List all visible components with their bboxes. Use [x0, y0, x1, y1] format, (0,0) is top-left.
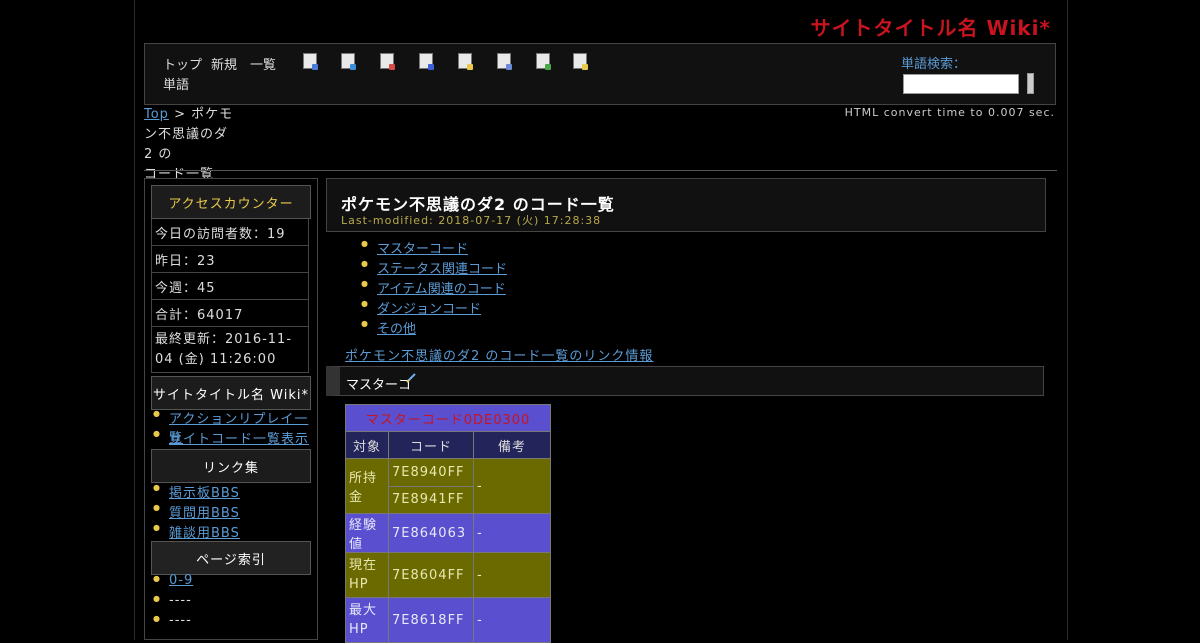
note-cell: -	[473, 513, 551, 553]
note-cell: -	[473, 597, 551, 643]
table-row: 所持金 7E8940FF -	[345, 458, 551, 514]
stat-yesterday: 昨日：23	[151, 246, 309, 273]
page-header: ポケモン不思議のダ2 のコード一覧 Last-modified: 2018-07…	[326, 178, 1046, 232]
stat-today: 今日の訪問者数：19	[151, 219, 309, 246]
last-modified: Last-modified: 2018-07-17 (火) 17:28:38	[341, 214, 602, 227]
freeze-icon[interactable]	[419, 53, 434, 70]
toc-item: ダンジョンコード	[345, 298, 507, 318]
code-table: マスターコード0DE0300 対象 コード 備考 所持金 7E8940FF - …	[345, 404, 551, 643]
list-item: 質問用BBS	[147, 502, 240, 522]
copy-icon[interactable]	[497, 53, 512, 70]
toc-link[interactable]: マスターコード	[377, 242, 468, 257]
stat-last-updated: 最終更新：2016-11-04 (金) 11:26:00	[151, 327, 309, 373]
column-header: 対象	[345, 431, 389, 459]
stat-week: 今週：45	[151, 273, 309, 300]
table-caption: マスターコード0DE0300	[345, 404, 551, 432]
list-item: 雑談用BBS	[147, 522, 240, 542]
toc-item: ステータス関連コード	[345, 258, 507, 278]
breadcrumb-parent: ポケモ	[191, 107, 234, 122]
toc-link[interactable]: アイテム関連のコード	[377, 282, 506, 297]
search-button[interactable]	[1027, 73, 1034, 94]
wiki-heading: サイトタイトル名 Wiki*	[151, 376, 311, 410]
list-item: ----	[147, 613, 193, 633]
index-link[interactable]: 0-9	[169, 573, 193, 588]
sidebar: アクセスカウンター 今日の訪問者数：19 昨日：23 今週：45 合計：6401…	[144, 178, 318, 640]
table-row: 最大HP 7E8618FF -	[345, 597, 551, 643]
breadcrumb-line-2: ン不思議のダ2 の	[144, 127, 229, 162]
list-item: 掲示板BBS	[147, 482, 240, 502]
help-icon[interactable]	[573, 53, 588, 70]
column-header: 備考	[473, 431, 551, 459]
rename-icon[interactable]	[458, 53, 473, 70]
breadcrumb-separator: >	[174, 107, 186, 122]
breadcrumb-top-link[interactable]: Top	[144, 107, 169, 122]
column-header: コード	[388, 431, 474, 459]
toc-link[interactable]: その他	[377, 322, 416, 337]
menu-new[interactable]: 新規	[211, 54, 237, 73]
breadcrumb: Top > ポケモ ン不思議のダ2 の コード一覧	[144, 105, 234, 185]
pencil-edit-icon[interactable]	[406, 373, 416, 383]
code-cell: 7E8940FF	[388, 458, 474, 487]
index-list: 0-9 ---- ----	[147, 573, 193, 633]
related-link[interactable]: ポケモン不思議のダ2 のコード一覧のリンク情報	[345, 345, 653, 364]
section-title: マスターコ	[346, 378, 412, 393]
code-cell: 7E8618FF	[388, 597, 474, 643]
site-title[interactable]: サイトタイトル名 Wiki*	[811, 12, 1052, 41]
backup-icon[interactable]	[380, 53, 395, 70]
toc-link[interactable]: ダンジョンコード	[377, 302, 481, 317]
list-item: 0-9	[147, 573, 193, 593]
toc-item: その他	[345, 318, 507, 338]
bbs-link[interactable]: 質問用BBS	[169, 506, 240, 521]
diff-icon[interactable]	[341, 53, 356, 70]
table-row: 現在HP 7E8604FF -	[345, 552, 551, 598]
code-cell: 7E8941FF	[388, 485, 474, 514]
table-of-contents: マスターコード ステータス関連コード アイテム関連のコード ダンジョンコード そ…	[345, 238, 507, 338]
wiki-link[interactable]: サイトコード一覧表示	[169, 432, 309, 447]
upload-icon[interactable]	[536, 53, 551, 70]
list-item: サイトコード一覧表示	[147, 428, 317, 448]
menu-list[interactable]: 一覧	[250, 54, 276, 73]
code-cell: 7E864063	[388, 513, 474, 553]
note-cell: -	[473, 458, 551, 514]
list-item: アクションリプレイ一覧	[147, 408, 317, 446]
divider	[144, 170, 1057, 171]
links-heading: リンク集	[151, 449, 311, 483]
bbs-link[interactable]: 雑談用BBS	[169, 526, 240, 541]
target-cell: 所持金	[345, 458, 389, 514]
wiki-link-list: アクションリプレイ一覧 サイトコード一覧表示	[147, 408, 317, 448]
toc-link[interactable]: ステータス関連コード	[377, 262, 507, 277]
bbs-link[interactable]: 掲示板BBS	[169, 486, 240, 501]
target-cell: 経験値	[345, 513, 389, 553]
target-cell: 最大HP	[345, 597, 389, 643]
convert-time: HTML convert time to 0.007 sec.	[844, 106, 1055, 119]
list-item: ----	[147, 593, 193, 613]
page-wrapper: サイトタイトル名 Wiki* トップ 新規 一覧 単語 単語検索： Top > …	[134, 0, 1068, 643]
navbar: トップ 新規 一覧 単語 単語検索：	[144, 43, 1056, 105]
toc-item: アイテム関連のコード	[345, 278, 507, 298]
edit-page-icon[interactable]	[303, 53, 318, 70]
search-input[interactable]	[903, 74, 1019, 94]
section-heading: マスターコ	[326, 366, 1044, 396]
counter-heading: アクセスカウンター	[151, 185, 311, 219]
table-row: 経験値 7E864063 -	[345, 513, 551, 553]
toc-item: マスターコード	[345, 238, 507, 258]
index-heading: ページ索引	[151, 541, 311, 575]
link-list: 掲示板BBS 質問用BBS 雑談用BBS	[147, 482, 240, 542]
stat-total: 合計：64017	[151, 300, 309, 327]
note-cell: -	[473, 552, 551, 598]
target-cell: 現在HP	[345, 552, 389, 598]
menu-word[interactable]: 単語	[163, 74, 189, 93]
code-cell: 7E8604FF	[388, 552, 474, 598]
search-label: 単語検索：	[901, 57, 967, 72]
menu-top[interactable]: トップ	[163, 54, 202, 73]
